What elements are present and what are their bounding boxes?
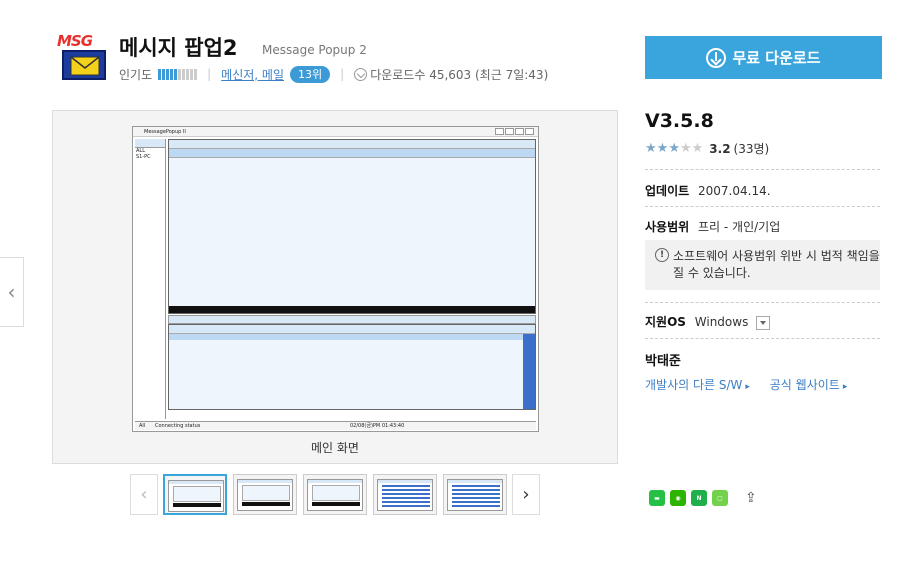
screenshot-image: MessagePopup II ALL S1-PC All Connecting… [132,126,539,432]
license-value: 프리 - 개인/기업 [698,220,781,234]
mini-sub-pane [168,324,536,410]
app-logo: MSG [57,32,107,80]
update-row: 업데이트 2007.04.14. [645,182,771,199]
star-icon: ★ [656,141,669,156]
blog-share-icon[interactable]: ▢ [712,490,728,506]
thumbnail[interactable] [163,474,227,515]
envelope-icon [62,50,106,80]
download-button-label: 무료 다운로드 [732,49,821,67]
mini-status-text: Connecting status [155,423,201,429]
rating: ★ ★ ★ ★ ★ 3.2 (33명) [645,140,769,157]
license-label: 사용범위 [645,220,690,234]
update-value: 2007.04.14. [698,184,771,198]
rating-stars: ★ ★ ★ ★ ★ [645,142,703,155]
developer-links: 개발사의 다른 S/W ▸ 공식 웹사이트 ▸ [645,376,847,393]
thumbnail[interactable] [443,474,507,515]
rating-score: 3.2 [709,141,731,156]
mini-status-bar: All Connecting status 02/08(금)PM 01:43:4… [135,421,536,430]
developer-name: 박태준 [645,354,681,369]
divider: | [340,67,345,81]
thumbnail[interactable] [233,474,297,515]
warning-icon: ! [655,248,669,262]
popularity-bar [158,68,198,80]
page: ‹ MSG 메시지 팝업2 Message Popup 2 인기도 | 메신저,… [0,0,912,567]
other-software-link[interactable]: 개발사의 다른 S/W [645,378,742,392]
os-dropdown-button[interactable] [756,315,771,330]
category-link[interactable]: 메신저, 메일 [221,66,284,83]
screenshot-viewer: MessagePopup II ALL S1-PC All Connecting… [52,110,618,464]
download-count: 다운로드수 45,603 (최근 7일:43) [370,67,549,82]
app-logo-text: MSG [57,32,93,50]
os-label: 지원OS [645,315,686,329]
screenshot-caption: 메인 화면 [311,441,359,455]
mini-status-left: All [139,423,146,429]
star-icon: ★ [645,141,657,156]
mini-status-time: 02/08(금)PM 01:43:40 [350,423,405,429]
version: V3.5.8 [645,110,714,132]
naver-share-icon[interactable]: N [691,490,707,506]
mini-window-title: MessagePopup II [144,129,186,135]
update-label: 업데이트 [645,184,690,198]
thumbnail[interactable] [373,474,437,515]
os-value: Windows [694,315,749,329]
share-icon[interactable]: ⇪ [745,490,763,506]
mini-window-titlebar: MessagePopup II [133,127,538,137]
mini-left-panel: ALL S1-PC [135,139,166,419]
star-icon: ★ [691,141,704,156]
divider [645,169,880,170]
rank-badge: 13위 [290,65,331,83]
official-site-link[interactable]: 공식 웹사이트 [770,378,840,392]
license-row: 사용범위 프리 - 개인/기업 [645,218,780,235]
thumb-prev-button[interactable]: ‹ [130,474,158,515]
popularity-segment [182,68,186,80]
chevron-right-icon: ▸ [842,382,848,392]
license-warning-text: 소프트웨어 사용범위 위반 시 법적 책임을 질 수 있습니다. [673,249,880,280]
download-count-icon [354,67,368,81]
popularity-label: 인기도 [119,67,153,82]
popularity-segment [178,68,182,80]
line-share-icon[interactable]: ◉ [670,490,686,506]
band-share-icon[interactable]: ▬ [649,490,665,506]
app-title: 메시지 팝업2 [119,36,238,60]
star-icon: ★ [679,141,692,156]
download-button[interactable]: 무료 다운로드 [645,36,882,79]
chevron-right-icon: ▸ [745,382,750,392]
license-warning: ! 소프트웨어 사용범위 위반 시 법적 책임을 질 수 있습니다. [645,240,880,290]
star-icon: ★ [668,141,680,156]
popularity-segment [162,68,166,80]
mini-left-label: S1-PC [136,154,151,160]
thumbnail[interactable] [303,474,367,515]
popularity-segment [166,68,170,80]
os-row: 지원OS Windows [645,313,771,330]
app-meta-row: 인기도 | 메신저, 메일 13위 | 다운로드수 45,603 (최근 7일:… [119,65,549,83]
popularity-segment [194,68,198,80]
page-prev-button[interactable]: ‹ [0,257,24,327]
popularity-segment [186,68,190,80]
rating-count: (33명) [733,142,770,156]
popularity-segment [158,68,162,80]
download-icon [706,47,727,68]
popularity-segment [174,68,178,80]
popularity-segment [190,68,194,80]
divider [645,302,880,303]
app-subtitle: Message Popup 2 [262,43,367,57]
mini-toolbar [168,315,536,324]
mini-main-pane [168,139,536,314]
divider [645,206,880,207]
thumb-next-button[interactable]: › [512,474,540,515]
divider: | [207,67,212,81]
popularity-segment [170,68,174,80]
divider [645,338,880,339]
mini-window-controls [495,128,534,135]
share-row: ▬ ◉ N ▢ ⇪ [649,490,763,506]
